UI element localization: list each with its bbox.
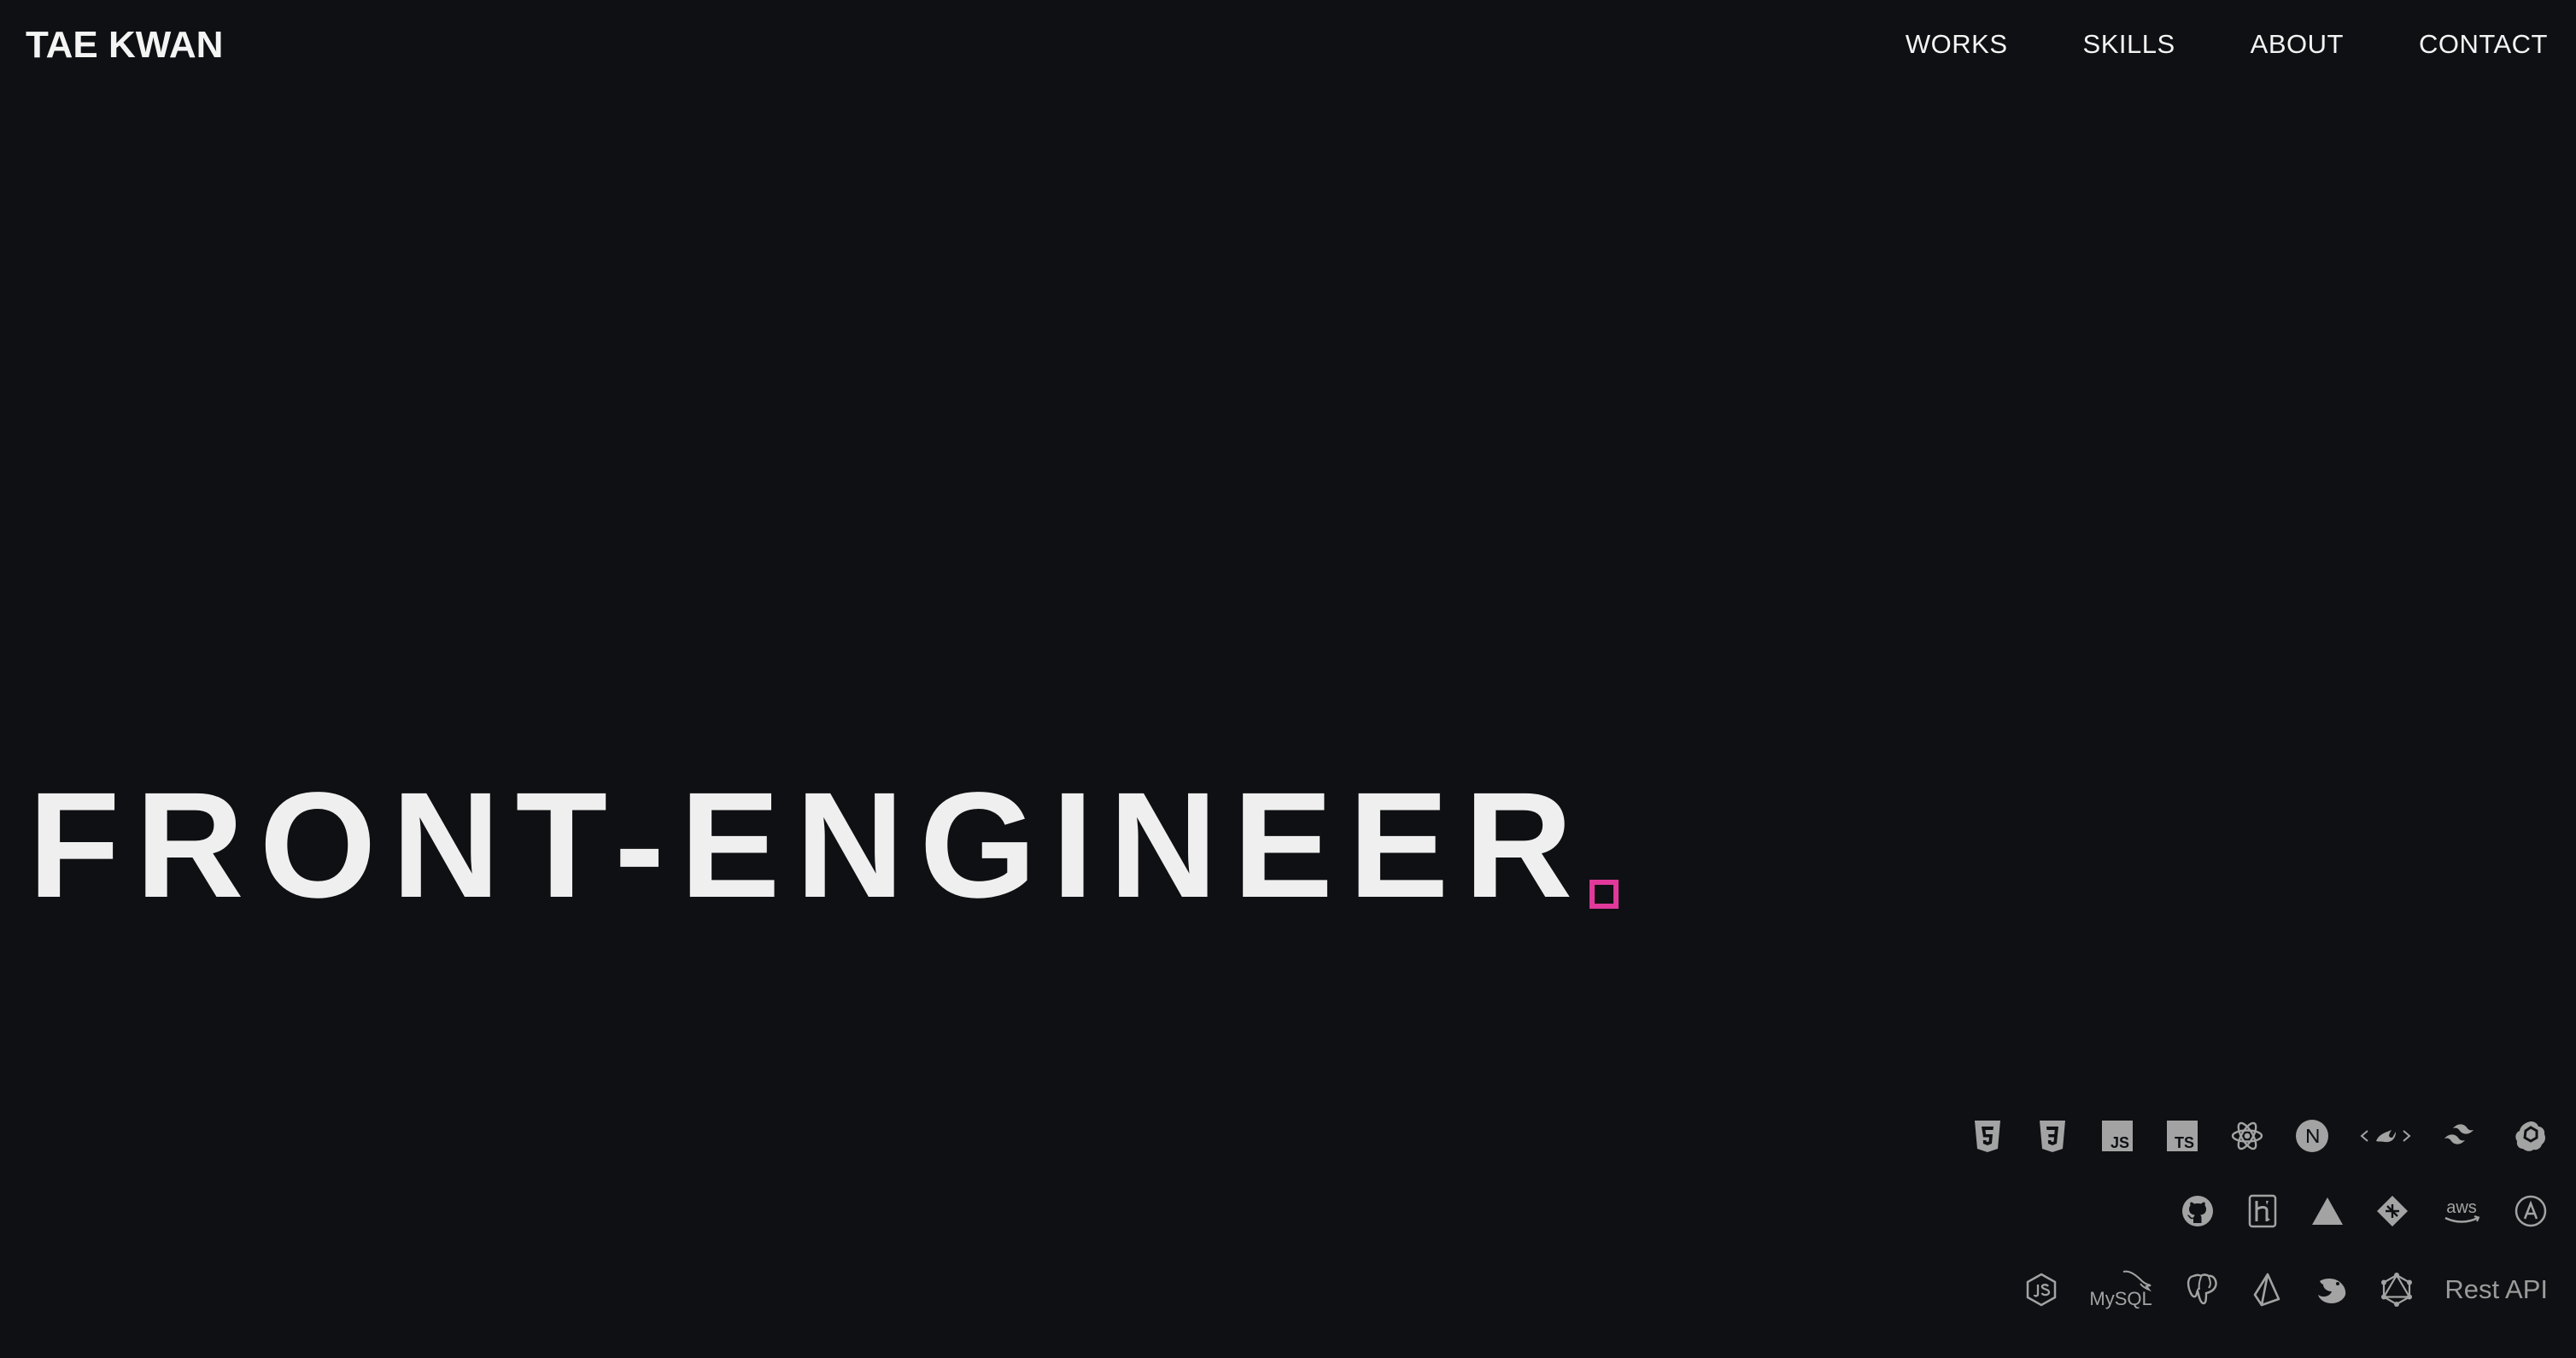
svg-text:TS: TS xyxy=(2175,1134,2194,1151)
tech-stack-row-frontend: JS TS xyxy=(1970,1119,2548,1153)
hero-title: FRONT-ENGINEER xyxy=(28,762,1589,929)
nav-about[interactable]: ABOUT xyxy=(2251,29,2344,60)
openai-icon xyxy=(2514,1119,2548,1153)
graphql-icon xyxy=(2380,1273,2414,1307)
brand-logo-text[interactable]: TAE KWAN xyxy=(26,24,223,67)
css3-icon xyxy=(2035,1119,2070,1153)
nav-skills[interactable]: SKILLS xyxy=(2083,29,2175,60)
html5-icon xyxy=(1970,1119,2005,1153)
tailwind-icon xyxy=(2442,1119,2483,1153)
svg-text:JS: JS xyxy=(2111,1134,2129,1151)
netlify-icon xyxy=(2375,1194,2409,1228)
aws-icon: aws xyxy=(2440,1194,2483,1228)
nav-contact[interactable]: CONTACT xyxy=(2419,29,2548,60)
tech-stack-row-deploy: aws xyxy=(2181,1194,2548,1228)
mysql-icon: MySQL xyxy=(2089,1269,2154,1310)
nodejs-icon xyxy=(2024,1273,2058,1307)
styled-components-icon xyxy=(2360,1119,2411,1153)
site-header: TAE KWAN WORKS SKILLS ABOUT CONTACT xyxy=(0,0,2576,94)
tech-stack-row-backend: MySQL Rest API xyxy=(2024,1269,2548,1310)
react-icon xyxy=(2230,1119,2264,1153)
heroku-icon xyxy=(2245,1194,2280,1228)
appstore-icon xyxy=(2514,1194,2548,1228)
javascript-icon: JS xyxy=(2100,1119,2134,1153)
prisma-icon xyxy=(2250,1273,2284,1307)
github-icon xyxy=(2181,1194,2215,1228)
vercel-icon xyxy=(2310,1194,2345,1228)
postgresql-icon xyxy=(2185,1273,2219,1307)
main-nav: WORKS SKILLS ABOUT CONTACT xyxy=(1906,29,2548,60)
nav-works[interactable]: WORKS xyxy=(1906,29,2008,60)
typing-cursor-box xyxy=(1590,880,1619,909)
typescript-icon: TS xyxy=(2165,1119,2199,1153)
svg-text:aws: aws xyxy=(2446,1198,2477,1217)
nextjs-icon xyxy=(2295,1119,2329,1153)
hero-section: FRONT-ENGINEER xyxy=(28,767,1619,921)
nestjs-icon xyxy=(2315,1273,2349,1307)
rest-api-label: Rest API xyxy=(2444,1274,2548,1304)
